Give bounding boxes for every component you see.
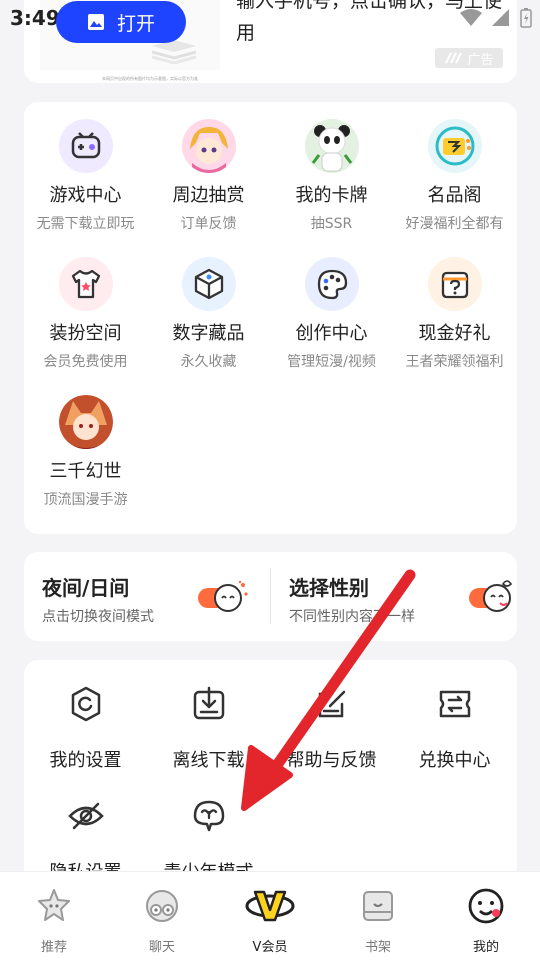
sprout-umbrella-icon [193, 800, 224, 832]
service-title: 周边抽赏 [172, 185, 245, 206]
exchange-center-item[interactable]: 兑换中心 [393, 684, 516, 772]
nav-label: 书架 [364, 940, 391, 955]
service-title: 现金好礼 [418, 323, 491, 344]
settings-label: 帮助与反馈 [286, 750, 377, 771]
service-item-merch-lottery[interactable]: 周边抽赏 订单反馈 [147, 119, 270, 233]
gamepad-icon [58, 119, 113, 173]
palette-icon [304, 257, 359, 311]
service-subtitle: 订单反馈 [180, 216, 237, 232]
chat-face-icon [146, 890, 178, 922]
ad-badge-label: 广告 [467, 52, 494, 68]
panda-avatar [304, 119, 359, 173]
fox-girl-avatar [58, 395, 113, 449]
gender-switch-icon [469, 580, 513, 612]
service-title: 创作中心 [295, 323, 368, 344]
gift-box-icon [427, 257, 482, 311]
anime-girl-avatar [181, 119, 236, 173]
ming-badge-icon [427, 119, 482, 173]
v-vip-icon [245, 890, 295, 922]
service-item-dressup-space[interactable]: 装扮空间 会员免费使用 [24, 257, 147, 371]
help-feedback-item[interactable]: 帮助与反馈 [270, 684, 393, 772]
nav-label: 推荐 [40, 940, 67, 955]
service-item-creation-center[interactable]: 创作中心 管理短漫/视频 [270, 257, 393, 371]
nav-label: V会员 [252, 940, 288, 955]
open-button[interactable]: 打开 [56, 1, 186, 43]
battery-icon [520, 8, 532, 28]
exchange-ticket-icon [439, 690, 470, 718]
my-settings-item[interactable]: 我的设置 [24, 684, 147, 772]
open-button-label: 打开 [116, 12, 155, 35]
night-mode-title: 夜间/日间 [42, 576, 130, 600]
service-subtitle: 无需下载立即玩 [36, 216, 135, 232]
service-title: 名品阁 [427, 185, 482, 206]
offline-download-item[interactable]: 离线下载 [147, 684, 270, 772]
nav-recommend[interactable]: 推荐 [0, 872, 108, 960]
tshirt-icon [58, 257, 113, 311]
nav-vip[interactable]: V会员 [216, 872, 324, 960]
service-subtitle: 永久收藏 [180, 354, 237, 370]
feedback-edit-icon [318, 690, 345, 718]
gender-title: 选择性别 [289, 576, 369, 600]
service-title: 装扮空间 [49, 323, 122, 344]
service-subtitle: 管理短漫/视频 [287, 354, 376, 370]
service-title: 数字藏品 [172, 323, 245, 344]
service-item-sanqian-huanshi[interactable]: 三千幻世 顶流国漫手游 [24, 395, 147, 509]
settings-gear-icon [71, 686, 100, 722]
service-subtitle: 抽SSR [310, 216, 353, 232]
ad-badge: 广告 [435, 48, 503, 68]
ad-disclaimer: 本网页中出现的所有图片均为示意图，实际以官方为准 [102, 76, 198, 81]
service-title: 我的卡牌 [295, 185, 368, 206]
mode-toggles-card: 夜间/日间 点击切换夜间模式 选择性别 不同性别内容不一样 [24, 552, 517, 641]
service-subtitle: 顶流国漫手游 [43, 492, 128, 508]
nav-bookshelf[interactable]: 书架 [324, 872, 432, 960]
download-icon [193, 686, 224, 720]
service-item-cash-gifts[interactable]: 现金好礼 王者荣耀领福利 [393, 257, 516, 371]
wifi-icon [460, 9, 482, 26]
night-mode-toggle[interactable]: 夜间/日间 点击切换夜间模式 [24, 552, 270, 641]
settings-card: 我的设置 离线下载 帮助与反馈 兑换中心 隐私设置 青少年模式 [24, 660, 517, 890]
nav-label: 我的 [472, 940, 499, 955]
services-card: 游戏中心 无需下载立即玩 周边抽赏 订单反馈 我的卡牌 抽SSR 名品阁 好漫福… [24, 102, 517, 534]
smile-face-icon [468, 888, 504, 924]
status-icons [460, 8, 532, 28]
bookshelf-icon [363, 891, 393, 921]
settings-label: 离线下载 [172, 750, 245, 771]
service-subtitle: 王者荣耀领福利 [405, 354, 504, 370]
status-time: 3:49 [10, 6, 60, 30]
gender-select-toggle[interactable]: 选择性别 不同性别内容不一样 [271, 552, 517, 641]
service-item-game-center[interactable]: 游戏中心 无需下载立即玩 [24, 119, 147, 233]
eye-off-icon [67, 802, 104, 830]
service-item-my-cards[interactable]: 我的卡牌 抽SSR [270, 119, 393, 233]
nav-mine[interactable]: 我的 [432, 872, 540, 960]
settings-label: 我的设置 [49, 750, 122, 771]
image-icon [87, 14, 104, 30]
night-mode-subtitle: 点击切换夜间模式 [42, 609, 154, 625]
ad-logo-icon [445, 52, 463, 64]
service-subtitle: 会员免费使用 [43, 354, 128, 370]
signal-icon [492, 9, 509, 26]
nav-label: 聊天 [148, 940, 175, 955]
star-icon [38, 889, 70, 921]
service-item-brand-pavilion[interactable]: 名品阁 好漫福利全都有 [393, 119, 516, 233]
gender-subtitle: 不同性别内容不一样 [289, 609, 415, 625]
day-night-switch-icon [198, 580, 248, 612]
bottom-nav: 推荐 聊天 V会员 书架 我的 [0, 871, 540, 960]
service-item-digital-collectibles[interactable]: 数字藏品 永久收藏 [147, 257, 270, 371]
settings-label: 兑换中心 [418, 750, 491, 771]
nav-chat[interactable]: 聊天 [108, 872, 216, 960]
service-title: 三千幻世 [49, 461, 122, 482]
service-title: 游戏中心 [49, 185, 122, 206]
cube-icon [181, 257, 236, 311]
service-subtitle: 好漫福利全都有 [405, 216, 504, 232]
